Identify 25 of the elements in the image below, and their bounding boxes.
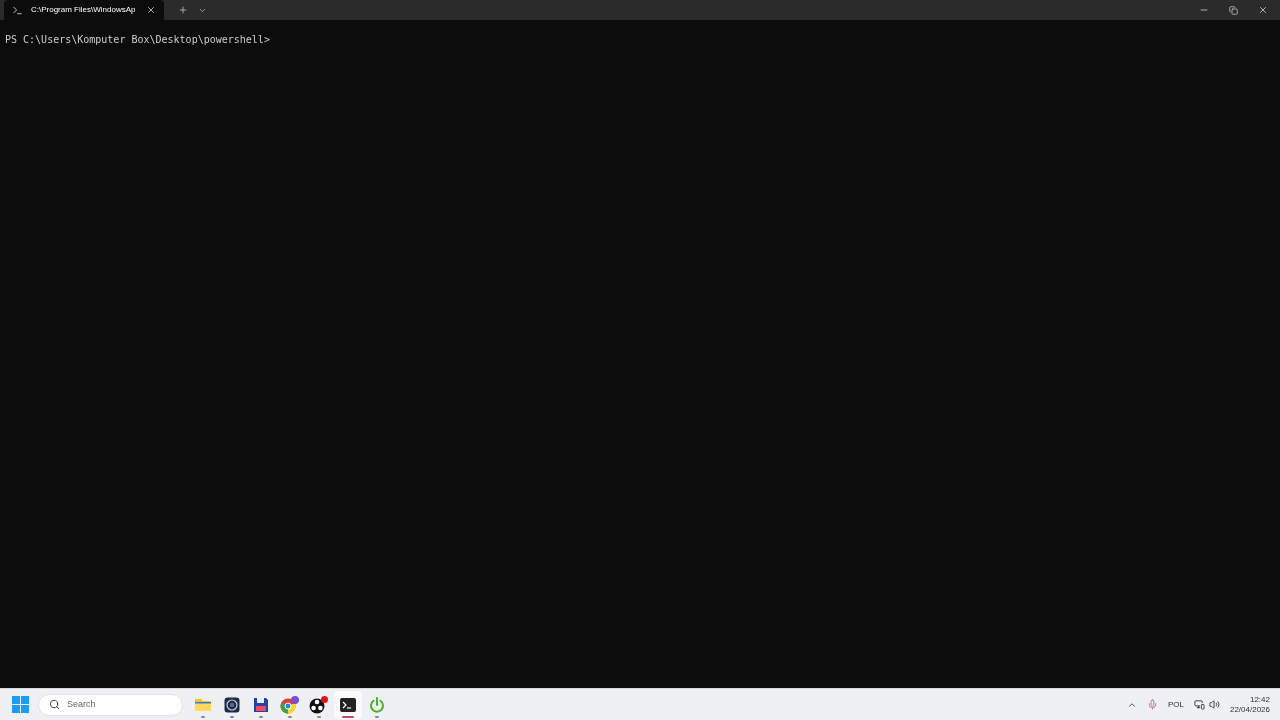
close-icon[interactable]: [1258, 5, 1268, 15]
windows-logo-icon[interactable]: [12, 696, 29, 713]
clock-time[interactable]: 12:42: [1249, 694, 1270, 705]
network-icon[interactable]: [1193, 699, 1205, 710]
clock-date[interactable]: 22/04/2026: [1229, 704, 1270, 715]
power-icon: [369, 696, 385, 713]
taskbar-app[interactable]: [334, 690, 362, 719]
search-input[interactable]: Search: [67, 697, 157, 712]
close-tab-icon[interactable]: [146, 5, 156, 15]
recorder-icon: [309, 695, 329, 714]
tab-title: C:\Program Files\WindowsAp: [31, 4, 136, 16]
new-tab-icon[interactable]: [178, 5, 188, 15]
search-field[interactable]: Search: [38, 693, 183, 716]
terminal-icon: [340, 697, 356, 712]
browser-icon: [280, 695, 300, 714]
terminal-tab[interactable]: C:\Program Files\WindowsAp: [4, 0, 164, 20]
search-icon: [49, 699, 60, 710]
folder-icon: [194, 696, 212, 713]
lens-icon: [224, 696, 240, 713]
prompt-line: PS C:\Users\Komputer Box\Desktop\powershell>: [5, 34, 270, 45]
terminal-icon: [12, 4, 23, 16]
restore-icon[interactable]: [1229, 5, 1238, 15]
language-indicator[interactable]: POL: [1167, 698, 1184, 711]
volume-icon[interactable]: [1208, 699, 1220, 710]
microphone-icon[interactable]: [1146, 699, 1158, 710]
